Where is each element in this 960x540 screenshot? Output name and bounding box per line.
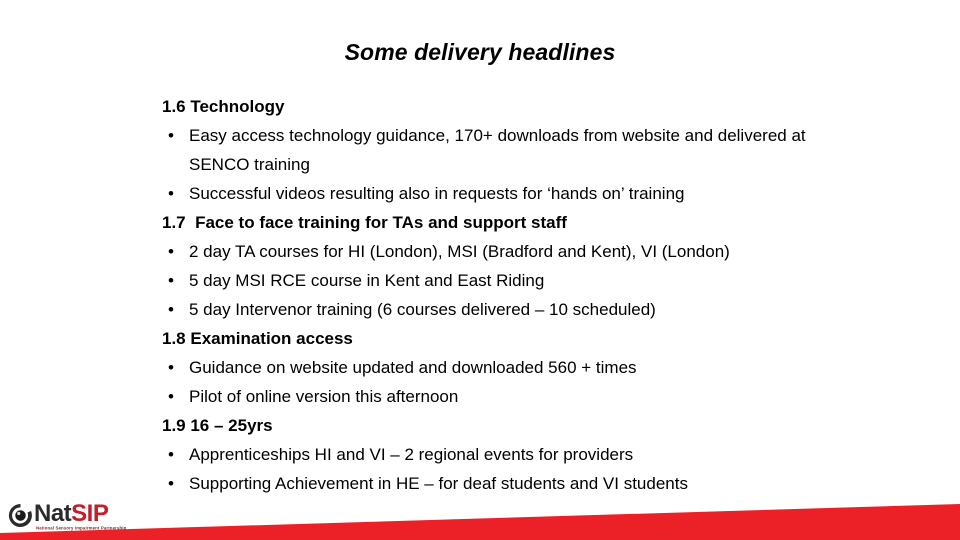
logo-text-nat: Nat — [34, 500, 72, 527]
bullet-point-icon: • — [168, 184, 174, 203]
bullet-text: Pilot of online version this afternoon — [189, 387, 459, 406]
bullet-text: Successful videos resulting also in requ… — [189, 184, 685, 203]
bullet-item: • 5 day MSI RCE course in Kent and East R… — [162, 266, 822, 295]
bullet-point-icon: • — [168, 271, 174, 290]
bullet-point-icon: • — [168, 126, 174, 145]
bullet-text: Guidance on website updated and download… — [189, 358, 637, 377]
section-heading: 1.7 Face to face training for TAs and su… — [162, 213, 567, 232]
bullet-text: Easy access technology guidance, 170+ do… — [189, 126, 806, 174]
bullet-item: • Guidance on website updated and downloa… — [162, 353, 822, 382]
bullet-item: • Supporting Achievement in HE – for deaf… — [162, 469, 822, 498]
bullet-point-icon: • — [168, 300, 174, 319]
section-heading: 1.9 16 – 25yrs — [162, 416, 273, 435]
bullet-item: • Easy access technology guidance, 170+ d… — [162, 121, 822, 179]
bullet-text: Supporting Achievement in HE – for deaf … — [189, 474, 688, 493]
bullet-text: 2 day TA courses for HI (London), MSI (B… — [189, 242, 730, 261]
slide-body-content: 1.6 Technology • Easy access technology gu… — [162, 92, 822, 498]
bullet-text: Apprenticeships HI and VI – 2 regional e… — [189, 445, 634, 464]
bullet-text: 5 day Intervenor training (6 courses del… — [189, 300, 656, 319]
section-heading: 1.6 Technology — [162, 97, 285, 116]
bullet-text: 5 day MSI RCE course in Kent and East Ri… — [189, 271, 545, 290]
page-title: Some delivery headlines — [344, 39, 616, 65]
bullet-point-icon: • — [168, 358, 174, 377]
bullet-item: • 5 day Intervenor training (6 courses de… — [162, 295, 822, 324]
logo-wordmark: NatSIP — [34, 500, 109, 527]
slide-canvas: Some delivery headlines 1.6 Technology • E… — [0, 0, 960, 540]
bullet-item: • Pilot of online version this afternoon — [162, 382, 822, 411]
bullet-point-icon: • — [168, 387, 174, 406]
circle-dot-icon — [8, 503, 32, 527]
bullet-point-icon: • — [168, 242, 174, 261]
natsip-logo: NatSIP National Sensory Impairment Partn… — [8, 501, 158, 533]
section-heading: 1.8 Examination access — [162, 329, 353, 348]
logo-tagline: National Sensory Impairment Partnership — [36, 525, 127, 531]
bullet-item: • Successful videos resulting also in req… — [162, 179, 822, 208]
bullet-point-icon: • — [168, 474, 174, 493]
bullet-point-icon: • — [168, 445, 174, 464]
bullet-item: • Apprenticeships HI and VI – 2 regional … — [162, 440, 822, 469]
bullet-item: • 2 day TA courses for HI (London), MSI (… — [162, 237, 822, 266]
logo-text-sip: SIP — [71, 500, 109, 527]
